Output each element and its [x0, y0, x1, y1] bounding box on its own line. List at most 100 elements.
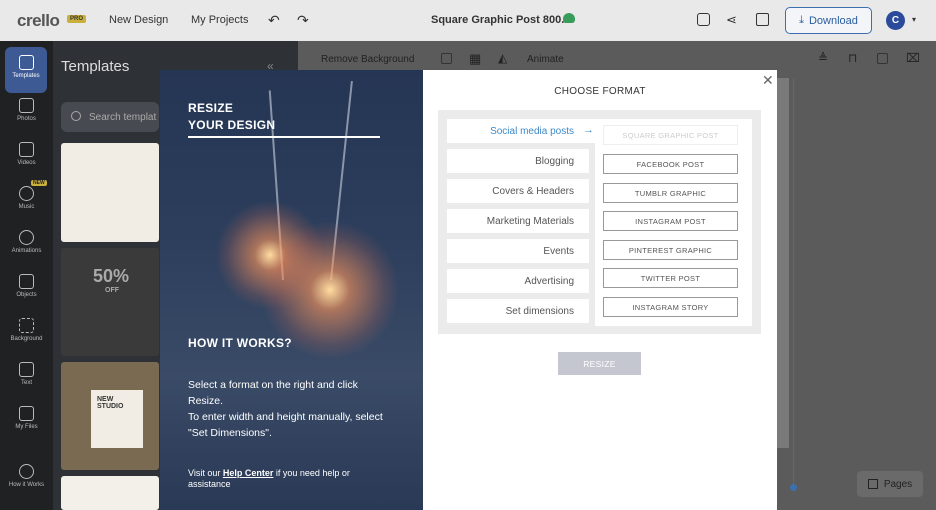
option-facebook-post[interactable]: FACEBOOK POST [603, 154, 738, 174]
sidebar-item-animations[interactable]: Animations [0, 230, 53, 254]
category-advertising[interactable]: Advertising [447, 269, 589, 293]
my-projects-link[interactable]: My Projects [191, 14, 248, 26]
option-twitter-post[interactable]: TWITTER POST [603, 268, 738, 288]
animation-icon [19, 230, 34, 245]
category-set-dimensions[interactable]: Set dimensions [447, 299, 589, 323]
category-blogging[interactable]: Blogging [447, 149, 589, 173]
sidebar-item-label: My Files [15, 424, 38, 430]
selection-handle[interactable] [790, 484, 797, 491]
thumbnail-subtext: OFF [105, 287, 119, 294]
new-badge: NEW [31, 180, 47, 186]
sidebar-item-photos[interactable]: Photos [0, 98, 53, 122]
download-icon: ⤓ [799, 14, 804, 26]
share-icon[interactable]: ⋖ [726, 12, 737, 28]
choose-format-title: CHOOSE FORMAT [554, 86, 646, 97]
search-icon [71, 111, 81, 121]
category-label: Social media posts [490, 126, 574, 137]
download-button[interactable]: ⤓ Download [785, 7, 872, 34]
templates-icon [18, 55, 34, 70]
category-events[interactable]: Events [447, 239, 589, 263]
pages-icon [867, 479, 878, 489]
sidebar-item-label: Background [10, 336, 43, 342]
sidebar-item-background[interactable]: Background [0, 318, 53, 342]
how-it-works-text: Select a format on the right and click R… [188, 377, 393, 441]
position-icon[interactable]: ≜ [818, 51, 828, 65]
chevron-down-icon[interactable]: ▾ [912, 15, 916, 24]
sidebar-item-label: Objects [16, 292, 37, 298]
how-text-1: Select a format on the right and click R… [188, 379, 358, 407]
sidebar-item-templates[interactable]: Templates [5, 47, 47, 93]
text-icon [19, 362, 34, 377]
photo-icon [19, 98, 34, 113]
sidebar-item-my-files[interactable]: My Files [0, 406, 53, 430]
cloud-saved-icon [563, 13, 575, 23]
resize-title-line2: YOUR DESIGN [188, 118, 276, 132]
sidebar-item-label: Animations [11, 248, 42, 254]
resize-button[interactable]: RESIZE [558, 352, 641, 375]
sidebar-item-label: How it Works [8, 482, 45, 488]
canvas-edge [777, 78, 789, 448]
template-thumbnail[interactable]: 50% OFF [61, 248, 159, 356]
lock-icon[interactable]: ⊓ [848, 51, 857, 65]
animate-button[interactable]: Animate [527, 54, 564, 65]
option-tumblr-graphic[interactable]: TUMBLR GRAPHIC [603, 183, 738, 203]
help-icon [19, 464, 34, 479]
search-placeholder: Search templat [89, 112, 157, 123]
title-divider [188, 136, 380, 138]
undo-icon[interactable]: ↶ [268, 12, 280, 29]
option-instagram-post[interactable]: INSTAGRAM POST [603, 211, 738, 231]
new-design-link[interactable]: New Design [109, 14, 168, 26]
sidebar-item-text[interactable]: Text [0, 362, 53, 386]
format-options: SQUARE GRAPHIC POST FACEBOOK POST TUMBLR… [595, 119, 752, 326]
template-thumbnail[interactable]: NEW STUDIO [61, 362, 159, 470]
panel-title: Templates [61, 58, 130, 75]
thumbnail-text: NEW STUDIO [91, 390, 143, 448]
flip-icon[interactable]: ◭ [498, 51, 507, 65]
music-note-icon [19, 186, 34, 201]
sidebar: Templates Photos Videos NEW Music Animat… [0, 41, 53, 510]
resize-icon[interactable] [756, 13, 769, 26]
background-icon [19, 318, 34, 333]
sidebar-item-label: Templates [12, 73, 40, 79]
sidebar-item-label: Text [20, 380, 32, 386]
document-title[interactable]: Square Graphic Post 800... [431, 14, 570, 26]
category-marketing-materials[interactable]: Marketing Materials [447, 209, 589, 233]
objects-icon [19, 274, 34, 289]
pages-label: Pages [883, 478, 913, 490]
category-social-media-posts[interactable]: Social media posts → [447, 119, 597, 143]
sidebar-item-label: Music [18, 204, 35, 210]
redo-icon[interactable]: ↷ [297, 12, 309, 29]
transparency-icon[interactable]: ▦ [469, 51, 481, 67]
option-instagram-story[interactable]: INSTAGRAM STORY [603, 297, 738, 317]
duplicate-icon[interactable] [877, 53, 888, 64]
crello-logo[interactable]: crello [17, 11, 60, 31]
pages-button[interactable]: Pages [857, 471, 923, 497]
top-bar: crello PRO New Design My Projects ↶ ↷ Sq… [0, 0, 936, 41]
avatar[interactable]: C [886, 11, 905, 30]
help-footer: Visit our Help Center if you need help o… [188, 468, 393, 490]
sidebar-item-videos[interactable]: Videos [0, 142, 53, 166]
format-selector: Social media posts → Blogging Covers & H… [438, 110, 761, 334]
remove-background-button[interactable]: Remove Background [321, 54, 414, 65]
option-pinterest-graphic[interactable]: PINTEREST GRAPHIC [603, 240, 738, 260]
category-covers-headers[interactable]: Covers & Headers [447, 179, 589, 203]
sidebar-item-label: Videos [17, 160, 36, 166]
choose-format-panel: ✕ CHOOSE FORMAT Social media posts → Blo… [423, 70, 777, 510]
folder-icon [19, 406, 34, 421]
resize-title: RESIZE YOUR DESIGN [188, 100, 275, 134]
pro-badge: PRO [67, 15, 87, 23]
trash-icon[interactable]: ⌧ [906, 51, 920, 65]
sidebar-item-music[interactable]: NEW Music [0, 180, 53, 210]
template-thumbnail[interactable] [61, 143, 159, 242]
template-thumbnail[interactable] [61, 476, 159, 510]
comment-icon[interactable] [697, 13, 710, 26]
selection-line [793, 78, 794, 488]
search-input[interactable]: Search templat [61, 102, 159, 132]
sidebar-item-label: Photos [17, 116, 36, 122]
crop-icon[interactable] [441, 53, 452, 64]
sidebar-item-objects[interactable]: Objects [0, 274, 53, 298]
help-center-link[interactable]: Help Center [223, 468, 274, 478]
how-text-2: To enter width and height manually, sele… [188, 411, 383, 439]
sidebar-item-how-it-works[interactable]: How it Works [0, 464, 53, 488]
download-label: Download [808, 14, 858, 27]
